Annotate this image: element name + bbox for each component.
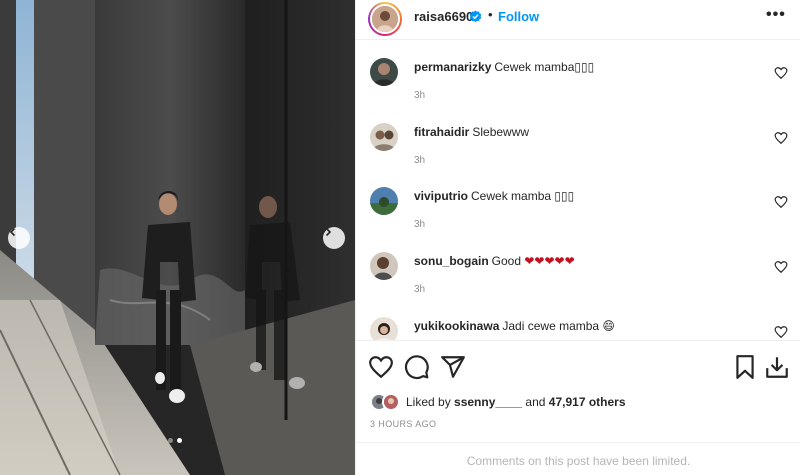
commenter-avatar[interactable] [370, 187, 398, 215]
share-icon[interactable] [440, 354, 466, 380]
heart-icon[interactable] [368, 354, 394, 380]
comment-text: Jadi cewe mamba [502, 319, 603, 333]
comment-time: 3h [414, 155, 426, 166]
commenter-avatar[interactable] [370, 252, 398, 280]
commenter-username[interactable]: viviputrio [414, 189, 468, 203]
comment-item: fitrahaidir Slebewww 3h [356, 115, 800, 179]
comment-item: yukikookinawa Jadi cewe mamba 😄 [356, 309, 800, 340]
follow-button[interactable]: Follow [498, 9, 539, 24]
post-header: raisa6690 • Follow ••• [356, 0, 800, 40]
header-separator: • [488, 7, 493, 22]
commenter-avatar[interactable] [370, 317, 398, 340]
chevron-left-icon [9, 227, 16, 237]
avatar-image [372, 6, 398, 32]
heart-icon[interactable] [774, 325, 788, 339]
verified-badge-icon [469, 10, 482, 23]
liked-by-username[interactable]: ssenny____ [454, 395, 522, 409]
commenter-username[interactable]: permanarizky [414, 60, 491, 74]
post-details-panel: raisa6690 • Follow ••• permanarizky Cewek… [355, 0, 800, 475]
chevron-right-icon [325, 227, 332, 237]
instagram-post: raisa6690 • Follow ••• permanarizky Cewek… [0, 0, 800, 475]
likes-summary[interactable]: Liked by ssenny____ and 47,917 others [370, 392, 626, 412]
comments-list[interactable]: permanarizky Cewek mamba▯▯▯ 3h fitrahaidi… [356, 41, 800, 340]
author-avatar[interactable] [368, 2, 402, 36]
more-options-button[interactable]: ••• [766, 6, 786, 24]
download-icon[interactable] [764, 354, 790, 380]
author-username[interactable]: raisa6690 [414, 9, 473, 24]
heart-icon[interactable] [774, 260, 788, 274]
liker-avatar [382, 393, 400, 411]
comment-text: Cewek mamba ▯▯▯ [471, 189, 575, 203]
carousel-dot [168, 438, 173, 443]
commenter-avatar[interactable] [370, 123, 398, 151]
commenter-username[interactable]: fitrahaidir [414, 125, 469, 139]
commenter-avatar[interactable] [370, 58, 398, 86]
comment-item: sonu_bogain Good ❤❤❤❤❤ 3h [356, 244, 800, 308]
comment-time: 3h [414, 90, 426, 101]
likes-and: and [522, 395, 549, 409]
carousel-indicator [168, 438, 182, 443]
carousel-dot-active [177, 438, 182, 443]
carousel-next-button[interactable] [323, 227, 345, 249]
comments-limited-notice: Comments on this post have been limited. [466, 454, 691, 468]
commenter-username[interactable]: sonu_bogain [414, 254, 489, 268]
heart-emojis: ❤❤❤❤❤ [524, 254, 575, 268]
heart-icon[interactable] [774, 131, 788, 145]
commenter-username[interactable]: yukikookinawa [414, 319, 499, 333]
post-photo[interactable] [0, 0, 355, 475]
photo-image [0, 0, 355, 475]
comment-text: Cewek mamba▯▯▯ [494, 60, 595, 74]
post-timestamp[interactable]: 3 HOURS AGO [370, 419, 436, 429]
comment-item: permanarizky Cewek mamba▯▯▯ 3h [356, 50, 800, 114]
heart-icon[interactable] [774, 66, 788, 80]
carousel-prev-button[interactable] [8, 227, 30, 249]
bookmark-icon[interactable] [732, 354, 758, 380]
likes-count[interactable]: 47,917 others [549, 395, 626, 409]
comment-item: viviputrio Cewek mamba ▯▯▯ 3h [356, 179, 800, 243]
comment-icon[interactable] [404, 354, 430, 380]
comment-text: Good [491, 254, 525, 268]
smile-emoji: 😄 [602, 319, 615, 333]
comment-text: Slebewww [472, 125, 530, 139]
post-action-bar [356, 340, 800, 392]
comment-time: 3h [414, 219, 426, 230]
comment-time: 3h [414, 284, 426, 295]
heart-icon[interactable] [774, 195, 788, 209]
comments-footer: Comments on this post have been limited. [356, 442, 800, 475]
likes-prefix: Liked by [406, 395, 455, 409]
